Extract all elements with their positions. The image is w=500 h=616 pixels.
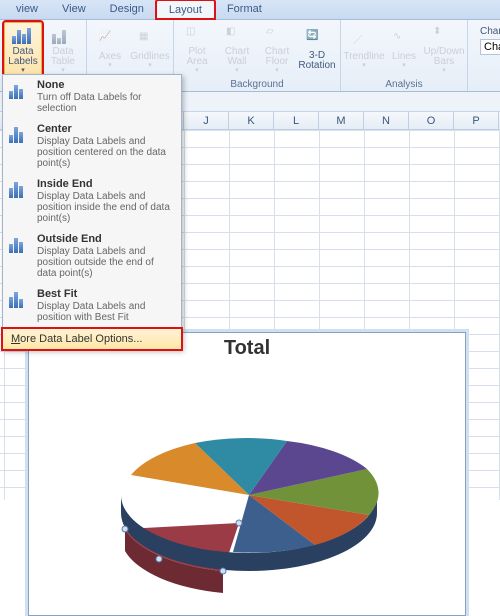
chart-floor-icon: ▱ [266,26,288,46]
selection-handle[interactable] [236,520,242,526]
chevron-down-icon: ▾ [402,63,406,69]
selection-handle[interactable] [156,556,162,562]
menu-item-desc: Turn off Data Labels for selection [37,92,175,114]
chevron-down-icon: ▾ [148,63,152,69]
chart-name-box: Chart Name: [472,22,500,78]
gridlines-icon: ▦ [139,31,161,51]
axes-icon: 📈 [99,31,121,51]
chart-title[interactable]: Total [224,337,270,360]
chart-wall-button[interactable]: ◧ Chart Wall ▾ [218,22,256,78]
chevron-down-icon: ▾ [442,68,446,74]
best-fit-icon [7,288,31,310]
rotation-icon: 🔄 [306,30,328,50]
lines-button[interactable]: ∿ Lines ▾ [385,22,423,78]
axes-label: Axes [99,52,121,62]
menu-item-outside-end[interactable]: Outside EndDisplay Data Labels and posit… [3,229,181,284]
menu-item-title: Center [37,123,175,135]
plot-area-button[interactable]: ◫ Plot Area ▾ [178,22,216,78]
data-labels-button[interactable]: Data Labels ▾ [4,22,42,78]
axes-button[interactable]: 📈 Axes ▾ [91,22,129,78]
updown-button[interactable]: ⬍ Up/Down Bars ▾ [425,22,463,78]
chevron-down-icon: ▾ [195,68,199,74]
data-labels-label: Data Labels [8,47,37,67]
none-icon [7,79,31,101]
pie-chart[interactable] [99,375,399,605]
chart-floor-label: Chart Floor [265,47,289,67]
menu-item-best-fit[interactable]: Best FitDisplay Data Labels and position… [3,284,181,328]
tab-format[interactable]: Format [215,0,274,19]
chart-wall-icon: ◧ [226,26,248,46]
selection-handle[interactable] [122,526,128,532]
updown-label: Up/Down Bars [423,47,464,67]
selection-handle[interactable] [220,568,226,574]
lines-label: Lines [392,52,416,62]
menu-item-desc: Display Data Labels and position with Be… [37,301,175,323]
tab-layout[interactable]: Layout [156,0,215,19]
col-header[interactable]: J [184,112,229,129]
plot-area-label: Plot Area [186,47,207,67]
data-labels-menu: NoneTurn off Data Labels for selection C… [2,74,182,350]
group-properties: Chart Name: Properties [468,20,500,91]
tab-view[interactable]: View [50,0,98,19]
data-table-icon [52,26,74,46]
menu-item-title: More Data Label Options... [11,333,142,345]
menu-item-title: Inside End [37,178,175,190]
trendline-label: Trendline [343,52,384,62]
menu-item-inside-end[interactable]: Inside EndDisplay Data Labels and positi… [3,174,181,229]
menu-item-title: Outside End [37,233,175,245]
col-header[interactable]: M [319,112,364,129]
group-label-properties: Properties [472,78,500,90]
trendline-icon: ／ [353,31,375,51]
group-label-background: Background [178,78,336,90]
chart-floor-button[interactable]: ▱ Chart Floor ▾ [258,22,296,78]
menu-item-desc: Display Data Labels and position inside … [37,191,175,224]
tab-design[interactable]: Design [98,0,156,19]
group-background: ◫ Plot Area ▾ ◧ Chart Wall ▾ ▱ Chart Flo… [174,20,341,91]
ribbon-tabs: view View Design Layout Format [0,0,500,20]
col-header[interactable]: L [274,112,319,129]
col-header[interactable]: O [409,112,454,129]
menu-item-none[interactable]: NoneTurn off Data Labels for selection [3,75,181,119]
data-table-label: Data Table [51,47,75,67]
chevron-down-icon: ▾ [108,63,112,69]
rotation-button[interactable]: 🔄 3-D Rotation [298,22,336,78]
menu-item-center[interactable]: CenterDisplay Data Labels and position c… [3,119,181,174]
gridlines-button[interactable]: ▦ Gridlines ▾ [131,22,169,78]
col-header[interactable]: K [229,112,274,129]
chevron-down-icon: ▾ [275,68,279,74]
lines-icon: ∿ [393,31,415,51]
chevron-down-icon: ▾ [362,63,366,69]
menu-item-title: Best Fit [37,288,175,300]
chart-name-label: Chart Name: [480,26,500,37]
plot-area-icon: ◫ [186,26,208,46]
data-table-button[interactable]: Data Table ▾ [44,22,82,78]
outside-end-icon [7,233,31,255]
col-header[interactable]: P [454,112,499,129]
group-analysis: ／ Trendline ▾ ∿ Lines ▾ ⬍ Up/Down Bars ▾… [341,20,468,91]
chart-name-input[interactable] [480,39,500,55]
group-label-analysis: Analysis [345,78,463,90]
chevron-down-icon: ▾ [235,68,239,74]
trendline-button[interactable]: ／ Trendline ▾ [345,22,383,78]
rotation-label: 3-D Rotation [298,51,335,71]
chart-wall-label: Chart Wall [225,47,249,67]
menu-item-desc: Display Data Labels and position outside… [37,246,175,279]
data-labels-icon [12,26,34,46]
tab-partial[interactable]: view [4,0,50,19]
center-icon [7,123,31,145]
menu-item-title: None [37,79,175,91]
embedded-chart[interactable]: Total [28,332,466,616]
inside-end-icon [7,178,31,200]
col-header[interactable]: N [364,112,409,129]
menu-item-desc: Display Data Labels and position centere… [37,136,175,169]
menu-item-more-options[interactable]: More Data Label Options... [2,328,182,350]
updown-icon: ⬍ [433,26,455,46]
gridlines-label: Gridlines [130,52,169,62]
